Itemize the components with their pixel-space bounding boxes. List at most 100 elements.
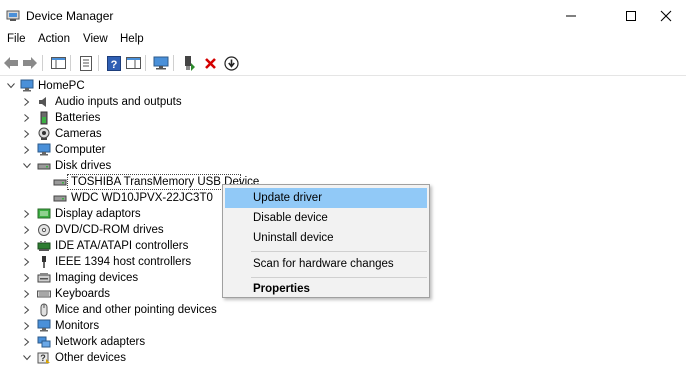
tree-item-monitors[interactable]: Monitors	[55, 318, 99, 334]
tree-root-homepc[interactable]: HomePC	[38, 78, 85, 94]
tree-item-cameras[interactable]: Cameras	[55, 126, 102, 142]
dvd-icon	[38, 224, 50, 236]
monitor-icon	[37, 143, 51, 156]
ctx-scan-hardware[interactable]: Scan for hardware changes	[225, 254, 427, 274]
tree-item-wdc-disk[interactable]: WDC WD10JPVX-22JC3T0	[71, 190, 213, 206]
ctx-properties[interactable]: Properties	[225, 279, 427, 299]
uninstall-button[interactable]	[201, 54, 219, 72]
ide-controller-icon	[37, 241, 51, 251]
expand-chevron[interactable]	[22, 257, 32, 267]
expand-chevron[interactable]	[22, 225, 32, 235]
expand-chevron[interactable]	[22, 129, 32, 139]
red-x-icon	[204, 57, 216, 69]
back-arrow-icon	[4, 57, 18, 69]
toolbar-separator	[70, 55, 71, 71]
svg-text:?: ?	[40, 353, 46, 363]
forward-button[interactable]	[21, 54, 39, 72]
chevron-right-icon	[24, 114, 30, 122]
close-button[interactable]	[643, 0, 686, 32]
chevron-right-icon	[24, 290, 30, 298]
toolbar-separator	[98, 55, 99, 71]
collapse-chevron[interactable]	[22, 353, 32, 363]
ctx-disable-device[interactable]: Disable device	[225, 208, 427, 228]
action-pane-icon	[125, 57, 141, 69]
expand-chevron[interactable]	[22, 145, 32, 155]
action-pane-button[interactable]	[124, 54, 142, 72]
svg-text:?: ?	[111, 59, 118, 71]
properties-sheet-icon	[80, 55, 92, 71]
back-button[interactable]	[2, 54, 20, 72]
tree-item-audio[interactable]: Audio inputs and outputs	[55, 94, 182, 110]
tree-item-ide-controllers[interactable]: IDE ATA/ATAPI controllers	[55, 238, 188, 254]
ctx-update-driver[interactable]: Update driver	[225, 188, 427, 208]
chevron-right-icon	[24, 242, 30, 250]
ctx-separator	[251, 277, 427, 278]
speaker-icon	[39, 97, 46, 107]
close-icon	[660, 10, 672, 22]
expand-chevron[interactable]	[22, 337, 32, 347]
download-circle-icon	[223, 55, 239, 71]
expand-chevron[interactable]	[22, 273, 32, 283]
tree-item-computer[interactable]: Computer	[55, 142, 106, 158]
window-title: Device Manager	[26, 9, 114, 23]
console-tree-icon	[50, 57, 66, 69]
tree-item-keyboards[interactable]: Keyboards	[55, 286, 110, 302]
tree-item-dvd-drives[interactable]: DVD/CD-ROM drives	[55, 222, 164, 238]
chevron-right-icon	[24, 306, 30, 314]
chevron-right-icon	[24, 274, 30, 282]
menu-view[interactable]: View	[83, 33, 108, 45]
tree-item-network-adapters[interactable]: Network adapters	[55, 334, 145, 350]
forward-arrow-icon	[23, 57, 37, 69]
help-button[interactable]: ?	[105, 54, 123, 72]
tree-item-disk-drives[interactable]: Disk drives	[55, 158, 111, 174]
menu-file[interactable]: File	[7, 33, 26, 45]
properties-button[interactable]	[77, 54, 95, 72]
battery-icon	[40, 111, 48, 125]
toolbar-separator	[145, 55, 146, 71]
expand-chevron[interactable]	[22, 113, 32, 123]
console-tree-button[interactable]	[49, 54, 67, 72]
chevron-down-icon	[7, 83, 15, 89]
title-bar: Device Manager	[0, 0, 686, 32]
menu-help[interactable]: Help	[120, 33, 144, 45]
menu-bar: File Action View Help	[0, 32, 686, 50]
tree-item-imaging[interactable]: Imaging devices	[55, 270, 138, 286]
chevron-right-icon	[24, 210, 30, 218]
chevron-right-icon	[24, 226, 30, 234]
toolbar: ?	[0, 50, 686, 76]
device-manager-app-icon	[6, 10, 20, 21]
collapse-chevron[interactable]	[22, 161, 32, 171]
update-driver-button[interactable]	[222, 54, 240, 72]
expand-chevron[interactable]	[22, 209, 32, 219]
menu-action[interactable]: Action	[38, 33, 70, 45]
chevron-right-icon	[24, 98, 30, 106]
ctx-uninstall-device[interactable]: Uninstall device	[225, 228, 427, 248]
expand-chevron[interactable]	[22, 321, 32, 331]
tree-item-display-adaptors[interactable]: Display adaptors	[55, 206, 141, 222]
collapse-chevron[interactable]	[6, 81, 16, 91]
tree-item-batteries[interactable]: Batteries	[55, 110, 100, 126]
minimize-button[interactable]	[548, 0, 594, 32]
tree-item-mice[interactable]: Mice and other pointing devices	[55, 302, 217, 318]
network-icon	[37, 336, 51, 348]
ctx-separator	[251, 251, 427, 252]
chevron-right-icon	[24, 130, 30, 138]
scan-hardware-button[interactable]	[152, 54, 170, 72]
expand-chevron[interactable]	[22, 97, 32, 107]
tree-item-other-devices[interactable]: Other devices	[55, 350, 126, 366]
keyboard-icon	[37, 290, 51, 298]
expand-chevron[interactable]	[22, 289, 32, 299]
camera-icon	[38, 127, 50, 140]
chevron-down-icon	[23, 163, 31, 169]
add-driver-button[interactable]	[180, 54, 198, 72]
expand-chevron[interactable]	[22, 241, 32, 251]
disk-icon	[37, 163, 51, 170]
firewire-icon	[42, 256, 46, 268]
chevron-right-icon	[24, 322, 30, 330]
tree-item-ieee-1394[interactable]: IEEE 1394 host controllers	[55, 254, 191, 270]
monitor-icon	[37, 319, 51, 332]
unknown-device-icon: ?	[37, 352, 50, 364]
expand-chevron[interactable]	[22, 305, 32, 315]
help-question-icon: ?	[107, 55, 121, 71]
chevron-right-icon	[24, 338, 30, 346]
